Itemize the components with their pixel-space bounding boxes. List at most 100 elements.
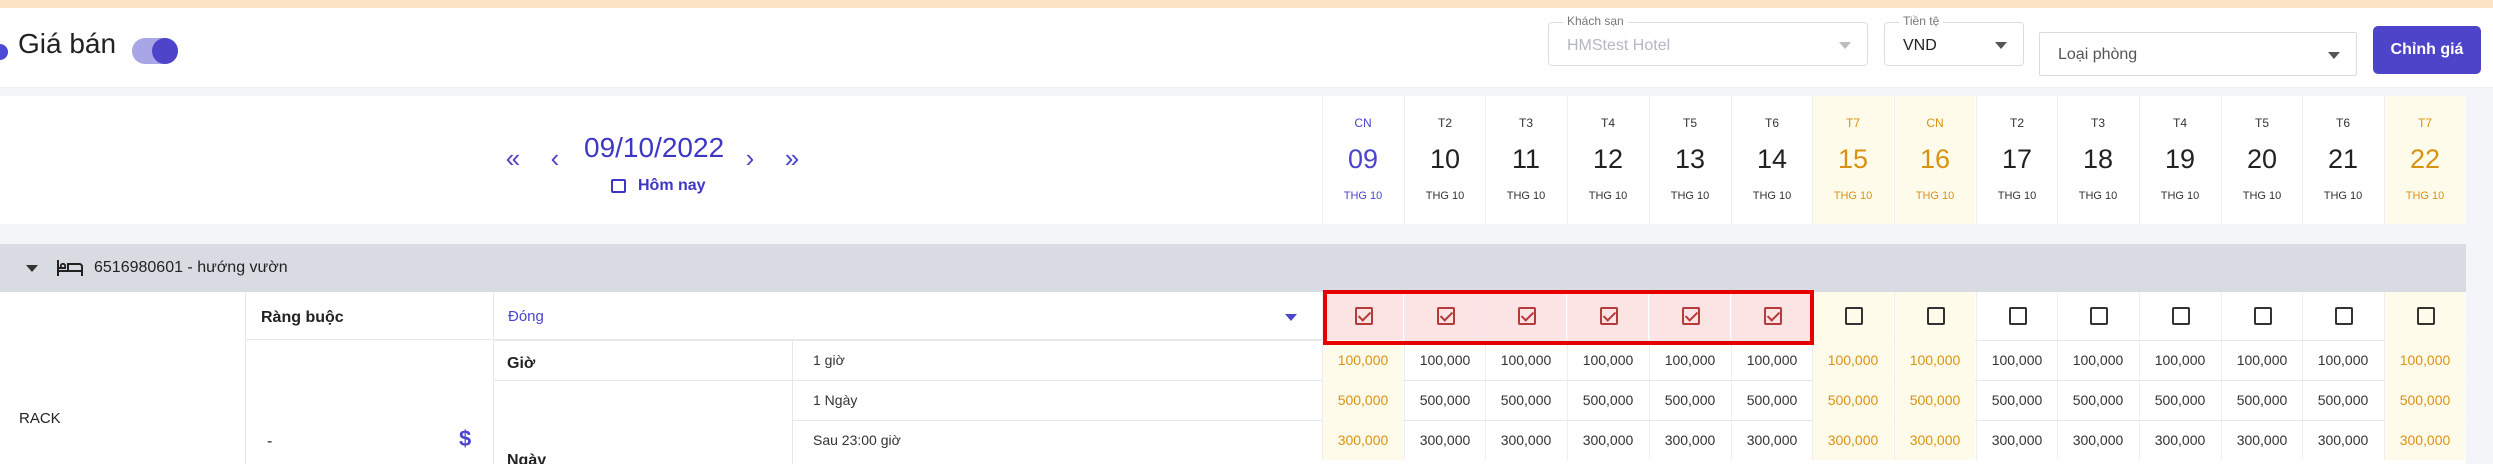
day-column-header[interactable]: T3 18 THG 10 [2057,96,2138,224]
room-type-select[interactable]: Loại phòng [2039,32,2357,76]
closed-checkbox[interactable] [1927,307,1945,325]
price-toggle[interactable] [132,38,178,64]
price-cell[interactable]: 500,000 [1567,380,1648,420]
currency-select-value: VND [1903,37,1937,54]
price-cell[interactable]: 300,000 [2302,420,2383,460]
day-column-header[interactable]: T4 19 THG 10 [2139,96,2220,224]
price-cell[interactable]: 500,000 [1322,380,1403,420]
price-cell[interactable]: 300,000 [1731,420,1812,460]
currency-select-legend: Tiền tệ [1899,14,1944,28]
price-cell[interactable]: 300,000 [1485,420,1566,460]
closed-checkbox[interactable] [2090,307,2108,325]
price-cell[interactable]: 100,000 [2384,340,2465,380]
price-cell[interactable]: 300,000 [2057,420,2138,460]
day-column-header[interactable]: T7 22 THG 10 [2384,96,2465,224]
price-cell[interactable]: 100,000 [1731,340,1812,380]
day-num: 15 [1837,144,1869,174]
price-cell[interactable]: 500,000 [1894,380,1975,420]
price-cell[interactable]: 500,000 [1976,380,2057,420]
day-column-header[interactable]: T3 11 THG 10 [1485,96,1566,224]
closed-checkbox-cell [1976,292,2057,340]
chevrons-right-icon[interactable]: » [780,144,804,172]
day-dow: CN [1926,116,1944,130]
price-cell[interactable]: 500,000 [2221,380,2302,420]
hotel-select[interactable]: Khách sạn HMStest Hotel [1548,14,1868,66]
price-cell[interactable]: 100,000 [1404,340,1485,380]
price-cell[interactable]: 500,000 [1731,380,1812,420]
price-cell[interactable]: 500,000 [1485,380,1566,420]
price-cell[interactable]: 100,000 [2221,340,2302,380]
price-cell[interactable]: 500,000 [1649,380,1730,420]
price-cell[interactable]: 300,000 [2384,420,2465,460]
closed-checkbox[interactable] [1845,307,1863,325]
closed-checkbox[interactable] [2172,307,2190,325]
day-dow: T7 [1845,116,1860,130]
currency-select[interactable]: Tiền tệ VND [1884,14,2024,66]
day-num: 20 [2246,144,2278,174]
closed-checkbox[interactable] [2009,307,2027,325]
price-cell[interactable]: 300,000 [2221,420,2302,460]
date-navigation-bar: « ‹ 09/10/2022 › » Hôm nay CN 09 THG 10 T2 1… [0,96,2466,224]
price-cell[interactable]: 500,000 [1404,380,1485,420]
price-cell[interactable]: 500,000 [2384,380,2465,420]
today-button[interactable]: Hôm nay [610,177,706,195]
constraint-select[interactable] [494,292,1323,340]
day-mon: THG 10 [2078,190,2118,202]
chevron-right-icon[interactable]: › [738,144,762,172]
closed-checkbox[interactable] [2335,307,2353,325]
day-column-header[interactable]: CN 09 THG 10 [1322,96,1403,224]
price-cell[interactable]: 300,000 [1322,420,1403,460]
day-column-header[interactable]: T4 12 THG 10 [1567,96,1648,224]
chevron-left-icon[interactable]: ‹ [543,144,567,172]
current-date[interactable]: 09/10/2022 [584,132,724,164]
chevrons-left-icon[interactable]: « [501,144,525,172]
day-num: 12 [1592,144,1624,174]
price-cell[interactable]: 100,000 [1894,340,1975,380]
price-cell[interactable]: 100,000 [2302,340,2383,380]
price-cell[interactable]: 100,000 [1567,340,1648,380]
price-cell[interactable]: 100,000 [1649,340,1730,380]
price-cell[interactable]: 300,000 [1567,420,1648,460]
rate-plan-cell: RACK [0,292,246,464]
price-cell[interactable]: 300,000 [1812,420,1893,460]
closed-checkbox[interactable] [2254,307,2272,325]
price-cell[interactable]: 300,000 [1649,420,1730,460]
price-cell[interactable]: 500,000 [2302,380,2383,420]
day-dow: T3 [1518,116,1533,130]
price-cell[interactable]: 300,000 [2139,420,2220,460]
price-cell[interactable]: 100,000 [2057,340,2138,380]
top-strip [0,0,2493,8]
day-mon: THG 10 [2323,190,2363,202]
day-num: 14 [1756,144,1788,174]
day-column-header[interactable]: T5 13 THG 10 [1649,96,1730,224]
day-mon: THG 10 [1997,190,2037,202]
closed-checkbox[interactable] [2417,307,2435,325]
price-cell[interactable]: 500,000 [2057,380,2138,420]
day-column-header[interactable]: T2 10 THG 10 [1404,96,1485,224]
day-column-header[interactable]: T6 14 THG 10 [1731,96,1812,224]
caret-down-icon[interactable] [26,265,38,272]
chevron-down-icon [1839,42,1851,49]
price-cell[interactable]: 300,000 [1894,420,1975,460]
price-cell[interactable]: 100,000 [1812,340,1893,380]
price-cell[interactable]: 100,000 [1976,340,2057,380]
day-column-header[interactable]: T5 20 THG 10 [2221,96,2302,224]
day-num: 17 [2001,144,2033,174]
sidebar-toggle-handle[interactable] [0,44,8,60]
price-cell[interactable]: 100,000 [2139,340,2220,380]
edit-price-button[interactable]: Chỉnh giá [2373,26,2481,74]
price-cell[interactable]: 300,000 [1404,420,1485,460]
day-column-header[interactable]: T7 15 THG 10 [1812,96,1893,224]
price-cell[interactable]: 100,000 [1322,340,1403,380]
day-column-header[interactable]: T6 21 THG 10 [2302,96,2383,224]
price-cell[interactable]: 500,000 [2139,380,2220,420]
price-cell[interactable]: 100,000 [1485,340,1566,380]
day-num: 18 [2082,144,2114,174]
room-group-row[interactable]: 6516980601 - hướng vườn [0,244,2466,292]
dollar-icon[interactable]: $ [459,426,471,452]
day-column-header[interactable]: CN 16 THG 10 [1894,96,1975,224]
page-title: Giá bán [18,28,117,59]
day-column-header[interactable]: T2 17 THG 10 [1976,96,2057,224]
price-cell[interactable]: 500,000 [1812,380,1893,420]
price-cell[interactable]: 300,000 [1976,420,2057,460]
